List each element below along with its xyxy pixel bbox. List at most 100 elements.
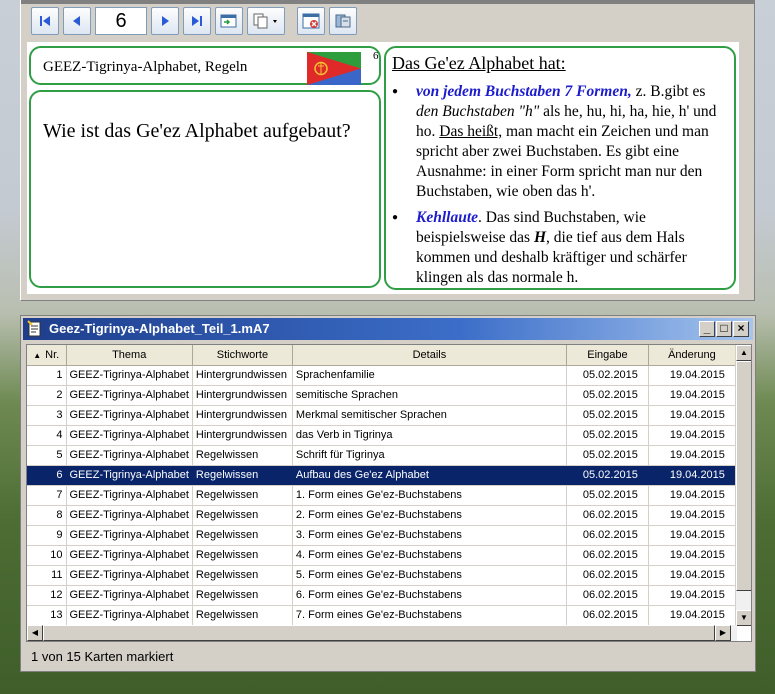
table-body: 1 GEEZ-Tigrinya-Alphabet Hintergrundwissen… bbox=[27, 365, 736, 626]
page-number-input[interactable]: 6 bbox=[95, 7, 147, 35]
cell-nr: 5 bbox=[27, 445, 67, 466]
question-text: Wie ist das Ge'ez Alphabet aufgebaut? bbox=[43, 120, 351, 142]
answer-highlight: von jedem Buchstaben 7 Formen, bbox=[416, 83, 632, 100]
column-header-aenderung[interactable]: Änderung bbox=[648, 345, 736, 366]
table-row[interactable]: 13 GEEZ-Tigrinya-Alphabet Regelwissen 7. Fo… bbox=[27, 605, 736, 626]
cell-thema: GEEZ-Tigrinya-Alphabet bbox=[66, 585, 193, 606]
close-card-icon bbox=[302, 13, 320, 29]
table-row[interactable]: 9 GEEZ-Tigrinya-Alphabet Regelwissen 3. For… bbox=[27, 525, 736, 546]
cell-details: 4. Form eines Ge'ez-Buchstabens bbox=[292, 545, 567, 566]
cell-nr: 4 bbox=[27, 425, 67, 446]
cell-stichworte: Regelwissen bbox=[192, 485, 293, 506]
answer-highlight: Kehllaute bbox=[416, 209, 479, 226]
vertical-scrollbar[interactable]: ▲ ▼ bbox=[735, 345, 751, 626]
edit-card-button[interactable] bbox=[215, 7, 243, 35]
cell-aenderung: 19.04.2015 bbox=[648, 465, 736, 486]
window-titlebar[interactable]: Geez-Tigrinya-Alphabet_Teil_1.mA7 _ □ × bbox=[23, 318, 753, 340]
cell-details: Aufbau des Ge'ez Alphabet bbox=[292, 465, 567, 486]
answer-text: z. B.gibt es bbox=[631, 83, 706, 100]
table-row[interactable]: 10 GEEZ-Tigrinya-Alphabet Regelwissen 4. Fo… bbox=[27, 545, 736, 566]
prev-page-button[interactable] bbox=[63, 7, 91, 35]
card-number: 6 bbox=[373, 50, 379, 62]
cell-details: 6. Form eines Ge'ez-Buchstabens bbox=[292, 585, 567, 606]
eritrea-flag-icon bbox=[307, 52, 361, 85]
copy-dropdown-button[interactable] bbox=[247, 7, 285, 35]
scroll-down-icon[interactable]: ▼ bbox=[736, 610, 751, 626]
column-header-stichworte[interactable]: Stichworte bbox=[192, 345, 293, 366]
answer-item: von jedem Buchstaben 7 Formen, z. B.gibt… bbox=[392, 82, 726, 202]
scroll-left-icon[interactable]: ◀ bbox=[27, 625, 43, 641]
column-header-nr[interactable]: ▲ Nr. bbox=[27, 345, 67, 366]
cell-aenderung: 19.04.2015 bbox=[648, 565, 736, 586]
table-row[interactable]: 4 GEEZ-Tigrinya-Alphabet Hintergrundwissen… bbox=[27, 425, 736, 446]
first-page-icon bbox=[40, 16, 50, 26]
cell-stichworte: Regelwissen bbox=[192, 445, 293, 466]
close-button[interactable]: × bbox=[733, 321, 749, 337]
cell-eingabe: 06.02.2015 bbox=[566, 585, 649, 606]
close-card-button[interactable] bbox=[297, 7, 325, 35]
answer-bold-italic: H bbox=[533, 229, 547, 246]
column-header-eingabe[interactable]: Eingabe bbox=[566, 345, 649, 366]
table-row[interactable]: 12 GEEZ-Tigrinya-Alphabet Regelwissen 6. Fo… bbox=[27, 585, 736, 606]
table-row[interactable]: 8 GEEZ-Tigrinya-Alphabet Regelwissen 2. For… bbox=[27, 505, 736, 526]
vertical-scroll-thumb[interactable] bbox=[736, 361, 751, 591]
table-row[interactable]: 5 GEEZ-Tigrinya-Alphabet Regelwissen Schrif… bbox=[27, 445, 736, 466]
cell-aenderung: 19.04.2015 bbox=[648, 505, 736, 526]
cell-stichworte: Regelwissen bbox=[192, 525, 293, 546]
cell-details: 1. Form eines Ge'ez-Buchstabens bbox=[292, 485, 567, 506]
cell-thema: GEEZ-Tigrinya-Alphabet bbox=[66, 485, 193, 506]
table-row[interactable]: 11 GEEZ-Tigrinya-Alphabet Regelwissen 5. Fo… bbox=[27, 565, 736, 586]
scroll-up-icon[interactable]: ▲ bbox=[736, 345, 751, 361]
sort-up-icon: ▲ bbox=[33, 350, 42, 360]
first-page-button[interactable] bbox=[31, 7, 59, 35]
cell-eingabe: 05.02.2015 bbox=[566, 465, 649, 486]
cell-eingabe: 05.02.2015 bbox=[566, 485, 649, 506]
cell-eingabe: 05.02.2015 bbox=[566, 405, 649, 426]
cell-aenderung: 19.04.2015 bbox=[648, 445, 736, 466]
table-row[interactable]: 2 GEEZ-Tigrinya-Alphabet Hintergrundwissen… bbox=[27, 385, 736, 406]
panel-top-border bbox=[21, 0, 754, 4]
cell-nr: 3 bbox=[27, 405, 67, 426]
prev-page-icon bbox=[73, 16, 80, 26]
cell-stichworte: Hintergrundwissen bbox=[192, 425, 293, 446]
cell-eingabe: 06.02.2015 bbox=[566, 525, 649, 546]
card-list-window: Geez-Tigrinya-Alphabet_Teil_1.mA7 _ □ × … bbox=[20, 315, 756, 672]
cell-nr: 7 bbox=[27, 485, 67, 506]
export-button[interactable] bbox=[329, 7, 357, 35]
column-header-thema[interactable]: Thema bbox=[66, 345, 193, 366]
table-row[interactable]: 3 GEEZ-Tigrinya-Alphabet Hintergrundwissen… bbox=[27, 405, 736, 426]
cell-aenderung: 19.04.2015 bbox=[648, 425, 736, 446]
maximize-button[interactable]: □ bbox=[716, 321, 732, 337]
cell-stichworte: Hintergrundwissen bbox=[192, 405, 293, 426]
cell-stichworte: Regelwissen bbox=[192, 565, 293, 586]
last-page-button[interactable] bbox=[183, 7, 211, 35]
cell-details: semitische Sprachen bbox=[292, 385, 567, 406]
column-header-details[interactable]: Details bbox=[292, 345, 567, 366]
cell-details: 2. Form eines Ge'ez-Buchstabens bbox=[292, 505, 567, 526]
answer-heading: Das Ge'ez Alphabet hat: bbox=[392, 53, 566, 73]
table-row[interactable]: 1 GEEZ-Tigrinya-Alphabet Hintergrundwissen… bbox=[27, 365, 736, 386]
horizontal-scroll-thumb[interactable] bbox=[43, 625, 715, 641]
question-box: Wie ist das Ge'ez Alphabet aufgebaut? bbox=[29, 90, 381, 288]
cell-thema: GEEZ-Tigrinya-Alphabet bbox=[66, 525, 193, 546]
cell-thema: GEEZ-Tigrinya-Alphabet bbox=[66, 365, 193, 386]
cell-aenderung: 19.04.2015 bbox=[648, 385, 736, 406]
cell-details: Sprachenfamilie bbox=[292, 365, 567, 386]
scroll-right-icon[interactable]: ▶ bbox=[715, 625, 731, 641]
minimize-button[interactable]: _ bbox=[699, 321, 715, 337]
cell-thema: GEEZ-Tigrinya-Alphabet bbox=[66, 565, 193, 586]
cell-details: 3. Form eines Ge'ez-Buchstabens bbox=[292, 525, 567, 546]
cell-stichworte: Hintergrundwissen bbox=[192, 385, 293, 406]
cell-nr: 11 bbox=[27, 565, 67, 586]
card-title: GEEZ-Tigrinya-Alphabet, Regeln bbox=[43, 59, 248, 75]
answer-italic: den Buchstaben "h" bbox=[416, 103, 540, 120]
table-row[interactable]: 7 GEEZ-Tigrinya-Alphabet Regelwissen 1. For… bbox=[27, 485, 736, 506]
cell-eingabe: 05.02.2015 bbox=[566, 445, 649, 466]
table-row[interactable]: 6 GEEZ-Tigrinya-Alphabet Regelwissen Aufbau… bbox=[27, 465, 736, 486]
next-page-button[interactable] bbox=[151, 7, 179, 35]
horizontal-scrollbar[interactable]: ◀ ▶ bbox=[27, 625, 737, 641]
cell-eingabe: 05.02.2015 bbox=[566, 365, 649, 386]
cell-nr: 9 bbox=[27, 525, 67, 546]
cell-aenderung: 19.04.2015 bbox=[648, 485, 736, 506]
copy-dropdown-icon bbox=[253, 13, 277, 29]
